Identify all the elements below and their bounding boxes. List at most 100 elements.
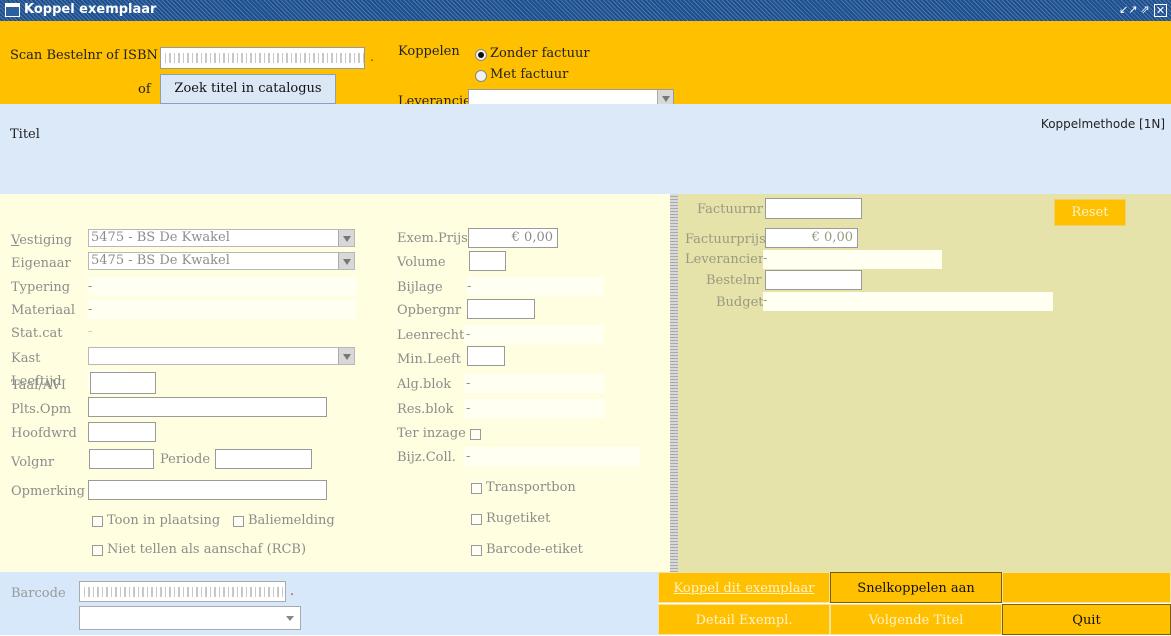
niet-tellen-checkbox[interactable] — [92, 545, 103, 556]
bijlage-value: - — [467, 279, 472, 294]
radio-zonder-factuur[interactable] — [475, 49, 487, 61]
koppel-exemplaar-button[interactable]: Koppel dit exemplaar — [658, 572, 830, 603]
min-leeft-label: Min.Leeft — [397, 352, 462, 367]
eigenaar-label: Eigenaar — [11, 256, 71, 271]
maximize-icon[interactable]: ⇗ — [1137, 2, 1153, 18]
opbergnr-input[interactable] — [467, 299, 535, 319]
taal-label: Taal/AVI — [11, 378, 66, 393]
bijz-coll-value: - — [466, 449, 471, 464]
restore-icon[interactable]: ↙↗ — [1119, 2, 1137, 18]
budget-label: Budget — [716, 295, 764, 310]
window-icon — [5, 3, 20, 17]
radio-zonder-factuur-label[interactable]: Zonder factuur — [490, 46, 590, 61]
volgnr-input[interactable] — [89, 449, 154, 469]
reset-button[interactable]: Reset — [1054, 199, 1126, 226]
window-title: Koppel exemplaar — [24, 2, 157, 17]
detail-exemplaar-label: Detail Exempl. — [695, 613, 793, 628]
transportbon-checkbox[interactable] — [471, 483, 482, 494]
vestiging-label: Vestiging — [11, 233, 73, 248]
baliemelding-checkbox[interactable] — [233, 516, 244, 527]
leenrecht-field: - — [464, 325, 604, 344]
toon-checkbox[interactable] — [92, 516, 103, 527]
alg-blok-value: - — [466, 376, 471, 391]
kast-label: Kast — [11, 351, 41, 366]
radio-met-factuur[interactable] — [475, 70, 487, 82]
opmerking-input[interactable] — [88, 480, 327, 500]
factuurnr-input[interactable] — [765, 198, 862, 219]
periode-label: Periode — [160, 452, 211, 467]
plts-input[interactable] — [88, 397, 327, 417]
rugetiket-label: Rugetiket — [486, 511, 551, 526]
factuurnr-label: Factuurnr — [697, 202, 763, 217]
close-icon[interactable]: ✕ — [1154, 4, 1167, 17]
ter-inzage-checkbox[interactable] — [470, 429, 481, 440]
leverancier-info-label: Leverancier — [685, 252, 765, 267]
toon-label: Toon in plaatsing — [107, 513, 221, 528]
bestelnr-input[interactable] — [765, 270, 862, 290]
quit-button[interactable]: Quit — [1002, 604, 1171, 635]
taal-input[interactable] — [90, 372, 156, 394]
barcode-etiket-checkbox[interactable] — [471, 545, 482, 556]
vestiging-value: 5475 - BS De Kwakel — [91, 230, 230, 245]
snelkoppelen-button[interactable]: Snelkoppelen aan — [830, 572, 1002, 603]
bijlage-label: Bijlage — [397, 280, 443, 295]
top-strip — [0, 21, 1171, 35]
leenrecht-value: - — [466, 327, 471, 342]
exem-prijs-input[interactable]: € 0,00 — [468, 228, 558, 248]
periode-input[interactable] — [215, 449, 312, 469]
titel-band — [0, 104, 1171, 194]
volgende-titel-button[interactable]: Volgende Titel — [830, 604, 1002, 635]
typering-field: - — [88, 277, 356, 296]
radio-met-factuur-label[interactable]: Met factuur — [490, 67, 568, 82]
min-leeft-input[interactable] — [467, 346, 505, 366]
bijlage-field: - — [467, 277, 604, 296]
koppelen-label: Koppelen — [398, 44, 460, 59]
materiaal-value: - — [88, 302, 93, 317]
splitter-handle[interactable] — [670, 194, 678, 572]
hoofdwrd-input[interactable] — [88, 422, 156, 442]
barcode-input[interactable] — [79, 581, 286, 602]
volume-input[interactable] — [469, 251, 506, 271]
ter-inzage-label: Ter inzage — [397, 426, 466, 441]
materiaal-label: Materiaal — [11, 303, 76, 318]
res-blok-value: - — [466, 401, 471, 416]
empty-slot — [1002, 572, 1171, 603]
statcat-label: Stat.cat — [11, 326, 63, 341]
chevron-down-icon[interactable] — [338, 230, 354, 246]
alg-blok-field: - — [464, 374, 604, 393]
chevron-down-icon[interactable] — [338, 348, 354, 364]
transportbon-label: Transportbon — [486, 480, 576, 495]
chevron-down-icon[interactable] — [338, 253, 354, 269]
leverancier-info-field: - — [763, 250, 942, 269]
detail-exemplaar-button[interactable]: Detail Exempl. — [658, 604, 830, 635]
leverancier-info-value: - — [763, 251, 768, 266]
scan-dot: . — [370, 50, 375, 65]
vestiging-select[interactable]: 5475 - BS De Kwakel — [88, 229, 355, 247]
res-blok-field: - — [464, 399, 604, 418]
eigenaar-select[interactable]: 5475 - BS De Kwakel — [88, 252, 355, 270]
barcode-type-select[interactable] — [79, 606, 301, 630]
factuurprijs-input[interactable]: € 0,00 — [765, 228, 858, 248]
eigenaar-value: 5475 - BS De Kwakel — [91, 253, 230, 268]
barcode-etiket-label: Barcode-etiket — [486, 542, 583, 557]
bijz-coll-label: Bijz.Coll. — [397, 450, 456, 465]
zoek-titel-button[interactable]: Zoek titel in catalogus — [160, 74, 336, 104]
opbergnr-label: Opbergnr — [397, 303, 462, 318]
reset-label: Reset — [1071, 205, 1109, 220]
leenrecht-label: Leenrecht — [397, 328, 465, 343]
scan-input[interactable] — [160, 47, 365, 69]
quit-label: Quit — [1072, 613, 1101, 628]
exem-prijs-label: Exem.Prijs — [397, 231, 468, 246]
kast-select[interactable] — [88, 347, 355, 365]
rugetiket-checkbox[interactable] — [471, 514, 482, 525]
of-label: of — [138, 82, 151, 97]
budget-value: - — [763, 293, 768, 308]
snelkoppelen-label: Snelkoppelen aan — [857, 581, 975, 596]
bijz-coll-field: - — [464, 447, 640, 466]
bestelnr-label: Bestelnr — [706, 273, 762, 288]
chevron-down-icon[interactable] — [286, 616, 294, 621]
titel-label: Titel — [10, 127, 40, 142]
materiaal-field: - — [88, 300, 356, 319]
exem-prijs-value: € 0,00 — [511, 230, 553, 245]
baliemelding-label: Baliemelding — [248, 513, 335, 528]
